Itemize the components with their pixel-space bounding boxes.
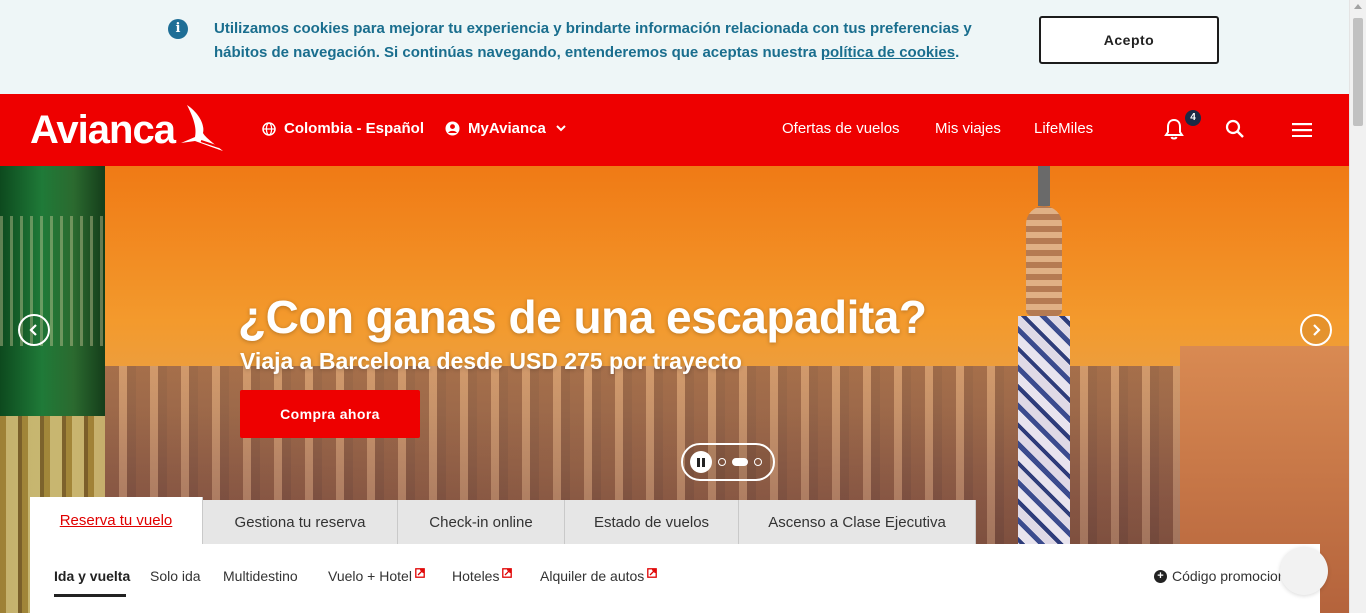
- tab-check-in-online[interactable]: Check-in online: [398, 500, 565, 544]
- subtab-multidestino[interactable]: Multidestino: [223, 568, 298, 584]
- subtab-alquiler-de-autos[interactable]: Alquiler de autos: [540, 568, 658, 584]
- scroll-up-arrow-icon[interactable]: [1354, 4, 1362, 9]
- external-link-icon: [502, 568, 513, 578]
- hero-title: ¿Con ganas de una escapadita?: [238, 291, 927, 343]
- tab-gestiona-tu-reserva[interactable]: Gestiona tu reserva: [203, 500, 398, 544]
- floating-chat-button[interactable]: [1280, 547, 1328, 595]
- carousel-controls: [681, 443, 775, 481]
- cookie-text-line2: hábitos de navegación. Si continúas nave…: [214, 44, 817, 61]
- chevron-down-icon: [556, 125, 566, 132]
- subtab-label: Multidestino: [223, 568, 298, 584]
- tab-reserva-tu-vuelo[interactable]: Reserva tu vuelo: [30, 497, 203, 544]
- nav-mis-viajes[interactable]: Mis viajes: [935, 120, 1001, 137]
- hero-subtitle: Viaja a Barcelona desde USD 275 por tray…: [240, 348, 742, 374]
- cookie-period: .: [955, 44, 960, 61]
- subtab-label: Solo ida: [150, 568, 201, 584]
- hamburger-menu-icon[interactable]: [1292, 123, 1312, 137]
- subtab-label: Ida y vuelta: [54, 568, 131, 584]
- cookie-message: Utilizamos cookies para mejorar tu exper…: [214, 17, 1004, 65]
- booking-panel: Ida y vuelta Solo ida Multidestino Vuelo…: [30, 544, 1320, 613]
- user-icon: [445, 121, 460, 136]
- logo-wordmark: Avianca: [30, 107, 176, 152]
- external-link-icon: [647, 568, 658, 578]
- nav-lifemiles[interactable]: LifeMiles: [1034, 120, 1093, 137]
- chevron-right-icon: [1313, 324, 1321, 336]
- cookie-banner: i Utilizamos cookies para mejorar tu exp…: [0, 0, 1349, 94]
- avianca-logo[interactable]: Avianca: [30, 102, 225, 158]
- carousel-dot-3[interactable]: [754, 458, 762, 466]
- carousel-dot-1[interactable]: [718, 458, 726, 466]
- site-header: Avianca Colombia - Español MyAvianca Ofe…: [0, 94, 1349, 166]
- subtab-vuelo-hotel[interactable]: Vuelo + Hotel: [328, 568, 425, 584]
- carousel-dot-2[interactable]: [732, 458, 748, 466]
- country-language-selector[interactable]: Colombia - Español: [262, 120, 424, 137]
- search-icon[interactable]: [1225, 119, 1245, 139]
- scroll-thumb[interactable]: [1353, 18, 1363, 126]
- plus-circle-icon: +: [1154, 569, 1167, 583]
- buy-now-button[interactable]: Compra ahora: [240, 390, 420, 438]
- myavianca-label: MyAvianca: [468, 120, 546, 137]
- globe-icon: [262, 121, 276, 136]
- carousel-prev-button[interactable]: [18, 314, 50, 346]
- bell-icon[interactable]: [1164, 118, 1184, 140]
- external-link-icon: [415, 568, 425, 578]
- active-subtab-indicator: [54, 594, 126, 597]
- myavianca-menu[interactable]: MyAvianca: [445, 120, 574, 137]
- tab-ascenso-clase-ejecutiva[interactable]: Ascenso a Clase Ejecutiva: [739, 500, 976, 544]
- nav-ofertas-de-vuelos[interactable]: Ofertas de vuelos: [782, 120, 900, 137]
- promo-code-label: Código promocion: [1172, 568, 1286, 584]
- notification-badge: 4: [1185, 110, 1201, 126]
- subtab-solo-ida[interactable]: Solo ida: [150, 568, 201, 584]
- subtab-label: Hoteles: [452, 568, 500, 584]
- carousel-next-button[interactable]: [1300, 314, 1332, 346]
- subtab-label: Vuelo + Hotel: [328, 568, 412, 584]
- booking-tabs: Reserva tu vuelo Gestiona tu reserva Che…: [30, 497, 976, 544]
- promo-code-toggle[interactable]: + Código promocion: [1154, 568, 1286, 584]
- tab-estado-de-vuelos[interactable]: Estado de vuelos: [565, 500, 739, 544]
- country-label: Colombia - Español: [284, 120, 425, 137]
- subtab-hoteles[interactable]: Hoteles: [452, 568, 513, 584]
- subtab-label: Alquiler de autos: [540, 568, 645, 584]
- page-scrollbar[interactable]: [1349, 0, 1366, 613]
- pause-icon[interactable]: [690, 451, 712, 473]
- info-icon: i: [168, 19, 188, 39]
- subtab-ida-y-vuelta[interactable]: Ida y vuelta: [54, 568, 130, 584]
- chevron-left-icon: [29, 324, 37, 336]
- avianca-bird-icon: [180, 105, 223, 151]
- cookie-text-line1: Utilizamos cookies para mejorar tu exper…: [214, 20, 972, 37]
- accept-cookies-button[interactable]: Acepto: [1039, 16, 1219, 64]
- cookie-policy-link[interactable]: política de cookies: [821, 44, 955, 61]
